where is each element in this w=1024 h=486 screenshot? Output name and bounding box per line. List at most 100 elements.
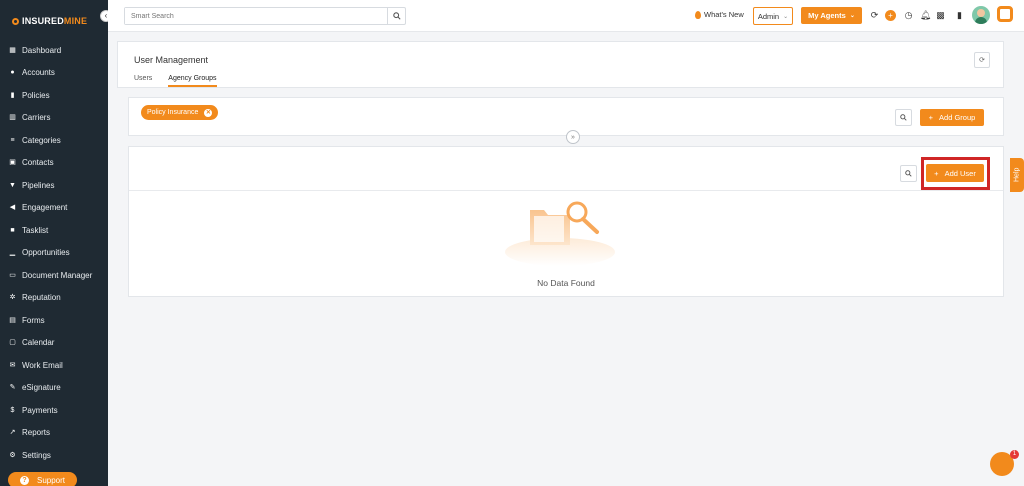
calendar-icon: ▢ — [9, 339, 16, 347]
accounts-icon: ● — [10, 69, 15, 77]
search-input[interactable] — [125, 8, 387, 24]
page-title: User Management — [134, 55, 209, 65]
refresh-button[interactable]: ⟳ — [974, 52, 990, 68]
sidebar-item-document-manager[interactable]: ▭ Document Manager — [0, 264, 108, 287]
sidebar-item-label: Carriers — [22, 113, 51, 123]
sidebar-item-accounts[interactable]: ● Accounts — [0, 62, 108, 85]
categories-icon: ≡ — [10, 136, 15, 144]
add-group-button[interactable]: + Add Group — [920, 109, 984, 126]
group-chip[interactable]: Policy Insurance ✕ — [141, 105, 219, 120]
sidebar-item-esignature[interactable]: ✎ eSignature — [0, 377, 108, 400]
support-button[interactable]: ? Support — [8, 472, 77, 486]
question-icon: ? — [19, 475, 29, 485]
sidebar-item-dashboard[interactable]: ▦ Dashboard — [0, 39, 108, 62]
forms-icon: ▤ — [9, 316, 16, 324]
double-chevron-down-icon: » — [571, 133, 575, 141]
tab-users[interactable]: Users — [134, 75, 152, 87]
sidebar-nav: ▦ Dashboard ● Accounts ▮ Policies ▥ Carriers… — [0, 39, 108, 467]
highlight-box — [921, 157, 990, 190]
refresh-icon: ⟳ — [979, 57, 985, 64]
admin-dropdown[interactable]: Admin ⌄ — [753, 7, 793, 25]
brand-name-part2: MINE — [63, 16, 88, 26]
add-icon[interactable]: + — [885, 10, 896, 21]
engagement-icon: ◀ — [9, 204, 16, 212]
sidebar-item-label: Opportunities — [22, 248, 70, 258]
expand-collapse-toggle[interactable]: » — [566, 130, 580, 144]
sidebar-item-label: Document Manager — [22, 270, 93, 280]
sidebar-item-label: Forms — [22, 315, 45, 325]
brand-logo[interactable]: INSURED MINE — [12, 16, 87, 26]
app-switcher-icon[interactable] — [997, 6, 1013, 22]
clock-icon[interactable]: ◷ — [903, 10, 914, 21]
smart-search — [124, 7, 406, 25]
grid-icon[interactable]: ▮ — [954, 10, 965, 21]
email-icon: ✉ — [9, 361, 16, 369]
tab-agency-groups[interactable]: Agency Groups — [168, 75, 217, 87]
dashboard-icon: ▦ — [9, 46, 16, 54]
bell-icon[interactable]: 🔔︎ — [920, 10, 931, 21]
sidebar-item-opportunities[interactable]: ▁ Opportunities — [0, 242, 108, 265]
sidebar-item-carriers[interactable]: ▥ Carriers — [0, 107, 108, 130]
opportunities-icon: ▁ — [9, 249, 16, 257]
sidebar-item-label: Pipelines — [22, 180, 55, 190]
sidebar-item-forms[interactable]: ▤ Forms — [0, 309, 108, 332]
avatar[interactable] — [972, 6, 990, 24]
sidebar-item-reports[interactable]: ↗ Reports — [0, 422, 108, 445]
chip-icon[interactable]: ▩ — [935, 10, 946, 21]
payments-icon: $ — [10, 406, 15, 414]
sidebar-item-label: Engagement — [22, 203, 68, 213]
search-button[interactable] — [387, 8, 405, 24]
sidebar-item-engagement[interactable]: ◀ Engagement — [0, 197, 108, 220]
group-chip-label: Policy Insurance — [147, 109, 199, 116]
sidebar-item-label: Calendar — [22, 338, 55, 348]
reputation-icon: ✲ — [9, 294, 16, 302]
sidebar-item-pipelines[interactable]: ▼ Pipelines — [0, 174, 108, 197]
sidebar-item-label: Policies — [22, 90, 50, 100]
user-management-header: User Management Users Agency Groups ⟳ — [117, 41, 1004, 88]
logo-mark-icon — [12, 17, 19, 25]
chevron-down-icon: ⌄ — [849, 13, 855, 19]
sidebar: INSURED MINE ‹ ▦ Dashboard ● Accounts ▮ Poli… — [0, 0, 112, 486]
user-search-button[interactable] — [900, 165, 917, 182]
flame-icon — [695, 10, 701, 19]
tab-bar: Users Agency Groups — [134, 75, 217, 87]
sidebar-item-label: eSignature — [22, 383, 61, 393]
empty-folder-search-icon — [505, 201, 615, 266]
sidebar-item-label: Tasklist — [22, 225, 49, 235]
sidebar-item-policies[interactable]: ▮ Policies — [0, 84, 108, 107]
sidebar-item-contacts[interactable]: ▣ Contacts — [0, 152, 108, 175]
sidebar-item-categories[interactable]: ≡ Categories — [0, 129, 108, 152]
contacts-icon: ▣ — [9, 159, 16, 167]
sidebar-item-tasklist[interactable]: ■ Tasklist — [0, 219, 108, 242]
search-icon — [392, 12, 401, 20]
chevron-down-icon: ⌄ — [783, 13, 789, 20]
whats-new-link[interactable]: What's New — [695, 10, 744, 19]
folder-icon: ▭ — [9, 271, 16, 279]
sidebar-item-reputation[interactable]: ✲ Reputation — [0, 287, 108, 310]
sidebar-item-label: Settings — [22, 450, 51, 460]
my-agents-label: My Agents — [808, 11, 846, 20]
empty-state-text: No Data Found — [537, 278, 595, 288]
search-icon — [900, 114, 907, 121]
sidebar-item-label: Accounts — [22, 68, 55, 78]
close-icon[interactable]: ✕ — [204, 108, 213, 117]
sidebar-item-payments[interactable]: $ Payments — [0, 399, 108, 422]
policies-icon: ▮ — [10, 91, 15, 99]
sidebar-item-settings[interactable]: ⚙ Settings — [0, 444, 108, 467]
whats-new-label: What's New — [704, 10, 744, 19]
settings-icon: ⚙ — [9, 451, 16, 459]
sidebar-item-calendar[interactable]: ▢ Calendar — [0, 332, 108, 355]
plus-icon: + — [928, 113, 934, 122]
carriers-icon: ▥ — [9, 114, 16, 122]
sidebar-item-label: Reputation — [22, 293, 61, 303]
help-tab[interactable]: Help — [1010, 158, 1024, 192]
pipelines-icon: ▼ — [9, 181, 16, 189]
my-agents-dropdown[interactable]: My Agents ⌄ — [801, 7, 862, 24]
group-search-button[interactable] — [895, 109, 912, 126]
sync-icon[interactable]: ⟳ — [869, 10, 880, 21]
search-icon — [905, 170, 912, 177]
tasklist-icon: ■ — [10, 226, 15, 234]
sidebar-item-work-email[interactable]: ✉ Work Email — [0, 354, 108, 377]
support-label: Support — [36, 475, 66, 485]
sidebar-item-label: Work Email — [22, 360, 63, 370]
